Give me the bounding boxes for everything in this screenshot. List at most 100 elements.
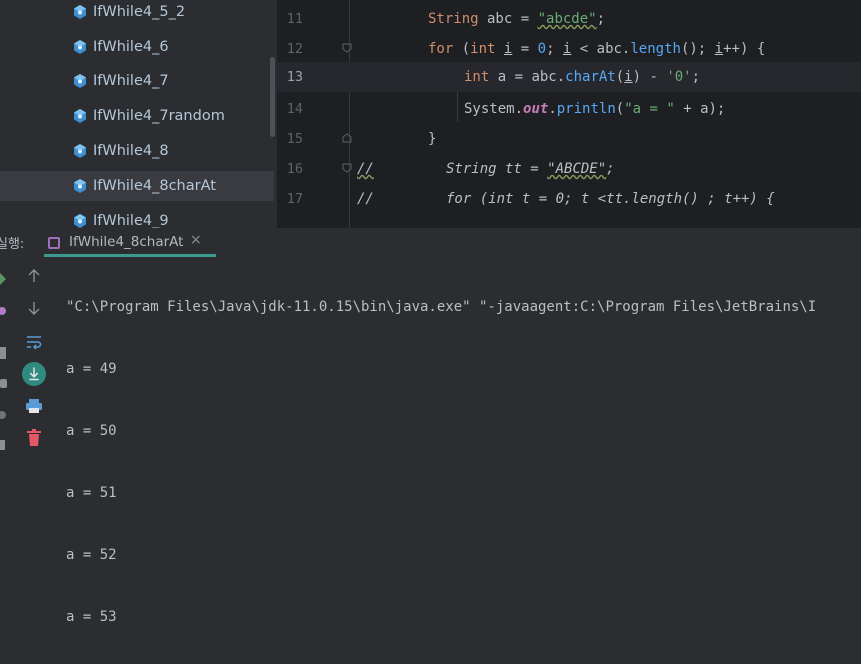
code-token: abc =: [478, 11, 538, 27]
console-line: a = 51: [66, 485, 117, 501]
java-class-icon: [74, 109, 86, 123]
comment-slashes: //: [357, 161, 374, 177]
code-token: ) -: [632, 69, 667, 85]
trash-icon[interactable]: [22, 426, 46, 450]
scroll-up-icon[interactable]: [22, 264, 46, 288]
line-number: 12: [286, 41, 303, 57]
variable: i: [714, 41, 724, 57]
pin-icon[interactable]: [0, 436, 8, 450]
code-text: for (int i = 0; i < abc.length(); i++) {: [428, 34, 765, 64]
code-editor[interactable]: 11 String abc = "abcde"; 12 for (int i =…: [277, 0, 861, 228]
code-token: < abc.: [571, 41, 631, 57]
debug-icon[interactable]: [0, 302, 8, 315]
run-tool-window: 실행: IfWhile4_8charAt × "C:\Program Files…: [0, 228, 861, 625]
console-output[interactable]: "C:\Program Files\Java\jdk-11.0.15\bin\j…: [66, 260, 816, 664]
code-text: int a = abc.charAt(i) - '0';: [464, 62, 700, 92]
string-literal: "abcde": [537, 11, 597, 27]
code-line-current: 13 int a = abc.charAt(i) - '0';: [277, 62, 861, 92]
code-text: }: [428, 124, 436, 154]
tree-item[interactable]: IfWhile4_8: [0, 136, 274, 166]
soft-wrap-icon[interactable]: [22, 330, 46, 354]
line-number: 15: [286, 131, 303, 147]
run-toolbar: [0, 258, 50, 458]
tree-item[interactable]: IfWhile4_9: [0, 206, 274, 228]
run-label: 실행:: [0, 237, 25, 252]
code-token: ++) {: [723, 41, 766, 57]
code-line: 11 String abc = "abcde";: [277, 4, 861, 34]
comment-slashes: //: [357, 191, 374, 207]
tree-item-selected[interactable]: IfWhile4_8charAt: [0, 171, 274, 201]
code-line: 17 // for (int t = 0; t <tt.length() ; t…: [277, 184, 861, 214]
tree-item[interactable]: IfWhile4_7: [0, 66, 274, 96]
fold-icon[interactable]: [342, 43, 352, 53]
java-class-icon: [74, 5, 86, 19]
tree-item[interactable]: IfWhile4_6: [0, 32, 274, 62]
line-number: 14: [286, 101, 303, 117]
code-line: 16 // String tt = "ABCDE";: [277, 154, 861, 184]
tree-item-label: IfWhile4_8: [93, 143, 169, 159]
comment-token: String: [446, 161, 497, 177]
comment-text: for (int t = 0; t <tt.length() ; t++) {: [446, 191, 775, 207]
rerun-icon[interactable]: [0, 270, 8, 285]
code-token: a = abc.: [489, 69, 566, 85]
code-line: 14 System.out.println("a = " + a);: [277, 94, 861, 124]
tree-item[interactable]: IfWhile4_7random: [0, 101, 274, 131]
tree-item-label: IfWhile4_9: [93, 213, 169, 228]
console-line: "C:\Program Files\Java\jdk-11.0.15\bin\j…: [66, 299, 817, 315]
console-line: a = 49: [66, 361, 117, 377]
java-class-icon: [74, 214, 86, 228]
keyword: int: [464, 69, 490, 85]
code-line: 15 }: [277, 124, 861, 154]
scroll-to-end-icon[interactable]: [22, 362, 46, 386]
print-icon[interactable]: [22, 394, 46, 418]
tree-item-label: IfWhile4_5_2: [93, 4, 186, 20]
line-number: 16: [286, 161, 303, 177]
code-token: (: [615, 69, 625, 85]
console-line: a = 52: [66, 547, 117, 563]
stop-icon[interactable]: [0, 344, 8, 359]
code-token: .: [548, 101, 557, 117]
console-line: a = 50: [66, 423, 117, 439]
tree-item-label: IfWhile4_7: [93, 73, 169, 89]
comment-token: ;: [606, 161, 615, 177]
java-class-icon: [74, 74, 86, 88]
comment-token: "ABCDE": [547, 161, 607, 177]
char-literal: '0': [666, 69, 692, 85]
keyword: for: [428, 41, 454, 57]
code-text: System.out.println("a = " + a);: [464, 94, 725, 124]
console-line: a = 53: [66, 609, 117, 625]
string-literal: "a = ": [624, 101, 675, 117]
tree-item[interactable]: IfWhile4_5_2: [0, 0, 274, 27]
close-icon[interactable]: ×: [190, 232, 202, 248]
code-token: (: [453, 41, 471, 57]
method-call: length: [630, 41, 681, 57]
code-line: 12 for (int i = 0; i < abc.length(); i++…: [277, 34, 861, 64]
keyword: String: [428, 11, 479, 27]
comment-token: tt =: [496, 161, 548, 177]
code-token: }: [428, 131, 437, 147]
settings-icon[interactable]: [0, 406, 8, 419]
code-text: String abc = "abcde";: [428, 4, 605, 34]
variable: i: [624, 69, 633, 85]
tree-item-label: IfWhile4_8charAt: [93, 178, 216, 194]
method-call: println: [556, 101, 616, 117]
tree-item-label: IfWhile4_6: [93, 39, 169, 55]
java-class-icon: [74, 144, 86, 158]
tab-active-indicator: [44, 254, 216, 257]
line-number: 13: [286, 69, 303, 85]
method-call: charAt: [565, 69, 616, 85]
run-config-icon: [48, 237, 60, 249]
number-literal: 0: [537, 41, 547, 57]
scroll-down-icon[interactable]: [22, 296, 46, 320]
fold-end-icon[interactable]: [342, 133, 352, 143]
project-tree: IfWhile4_5_2 IfWhile4_6 IfWhile4_7 IfWhi…: [0, 0, 276, 228]
java-class-icon: [74, 40, 86, 54]
run-tab-label: IfWhile4_8charAt: [69, 234, 184, 250]
camera-icon[interactable]: [0, 374, 8, 388]
tree-scrollbar[interactable]: [270, 57, 275, 137]
code-token: ;: [546, 41, 563, 57]
fold-icon[interactable]: [342, 163, 352, 173]
code-token: + a);: [674, 101, 726, 117]
code-token: ;: [596, 11, 606, 27]
